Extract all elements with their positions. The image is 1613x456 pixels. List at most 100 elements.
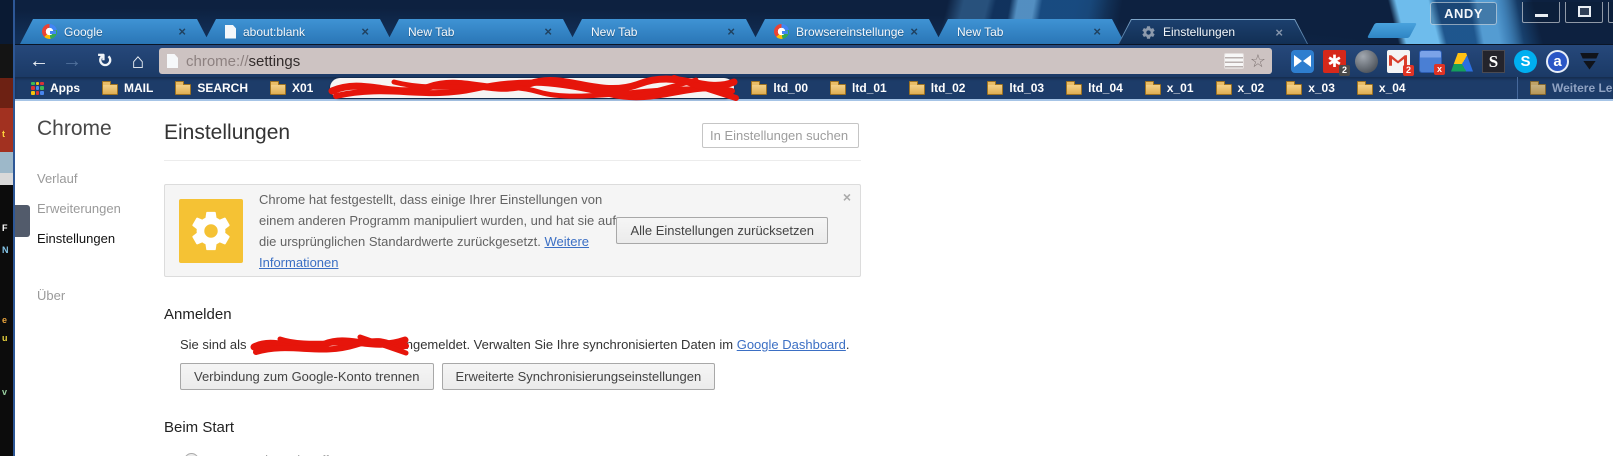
forward-icon[interactable]: → bbox=[60, 51, 84, 71]
folder-icon bbox=[102, 81, 118, 95]
redacted-bookmark bbox=[328, 75, 740, 101]
bookmark-folder-x04[interactable]: x_04 bbox=[1346, 77, 1417, 99]
reload-icon[interactable]: ↻ bbox=[93, 52, 117, 71]
sign-in-status-text: Sie sind als ngemeldet. Verwalten Sie Ih… bbox=[180, 334, 861, 356]
browser-window: Google × about:blank × New Tab × New Tab… bbox=[13, 0, 1613, 456]
close-button[interactable] bbox=[1608, 2, 1613, 23]
other-bookmarks[interactable]: Weitere Lesezeichen bbox=[1517, 77, 1613, 99]
url-text: chrome://settings bbox=[186, 53, 1224, 70]
window-caption-controls: ANDY bbox=[1430, 2, 1613, 25]
tab-new-tab-1[interactable]: New Tab × bbox=[386, 19, 576, 44]
bookmark-folder-ltd00[interactable]: ltd_00 bbox=[740, 77, 819, 99]
bookmark-folder-ltd03[interactable]: ltd_03 bbox=[976, 77, 1055, 99]
folder-icon bbox=[751, 81, 768, 95]
address-bar[interactable]: chrome://settings ☆ bbox=[159, 48, 1272, 74]
tab-about-blank[interactable]: about:blank × bbox=[203, 19, 393, 44]
folder-icon bbox=[1066, 81, 1083, 95]
google-dashboard-link[interactable]: Google Dashboard bbox=[737, 337, 846, 352]
xmarks-extension-icon[interactable] bbox=[1291, 49, 1314, 73]
tab-google[interactable]: Google × bbox=[20, 19, 210, 44]
bookmark-folder-x01b[interactable]: x_01 bbox=[1134, 77, 1205, 99]
sessions-extension-icon[interactable]: x bbox=[1419, 49, 1445, 75]
tab-close-icon[interactable]: × bbox=[1275, 26, 1283, 39]
folder-icon bbox=[1215, 81, 1232, 95]
maximize-icon bbox=[1578, 6, 1591, 17]
s-extension-icon[interactable]: S bbox=[1482, 49, 1505, 73]
folder-icon bbox=[1356, 81, 1373, 95]
tab-close-icon[interactable]: × bbox=[910, 25, 918, 38]
a-extension-icon[interactable]: a bbox=[1546, 49, 1569, 73]
sidebar-item-verlauf[interactable]: Verlauf bbox=[37, 171, 164, 186]
bookmark-folder-x02[interactable]: x_02 bbox=[1205, 77, 1276, 99]
side-panel-handle[interactable] bbox=[15, 205, 30, 237]
sidebar-item-erweiterungen[interactable]: Erweiterungen bbox=[37, 201, 164, 216]
google-favicon bbox=[774, 24, 789, 39]
tab-label: Google bbox=[64, 24, 103, 39]
bookmark-folder-search[interactable]: SEARCH bbox=[164, 77, 259, 99]
settings-header: Einstellungen bbox=[164, 115, 861, 161]
folder-icon bbox=[908, 81, 925, 95]
folder-icon bbox=[1530, 81, 1546, 95]
redacted-account-name bbox=[250, 334, 410, 356]
maximize-button[interactable] bbox=[1565, 2, 1603, 23]
extension-badge: 2 bbox=[1403, 64, 1414, 76]
strip-glyph: v bbox=[2, 387, 8, 397]
fsecure-extension-icon[interactable] bbox=[1578, 50, 1601, 73]
tab-close-icon[interactable]: × bbox=[727, 25, 735, 38]
bookmark-folder-x01[interactable]: X01 bbox=[259, 77, 324, 99]
background-window-strip: t F N e u v bbox=[0, 0, 13, 456]
skype-extension-icon[interactable]: S bbox=[1514, 49, 1537, 73]
bookmark-folder-ltd02[interactable]: ltd_02 bbox=[898, 77, 977, 99]
title-bar: Google × about:blank × New Tab × New Tab… bbox=[15, 0, 1613, 44]
strip-glyph: N bbox=[2, 245, 9, 255]
folder-icon bbox=[987, 81, 1004, 95]
advanced-sync-settings-button[interactable]: Erweiterte Synchronisierungseinstellunge… bbox=[441, 363, 716, 390]
strip-glyph: e bbox=[2, 315, 8, 325]
tab-browser-settings[interactable]: Browsereinstellungen werde × bbox=[752, 19, 942, 44]
apps-grid-icon bbox=[31, 81, 44, 95]
new-tab-button[interactable] bbox=[1367, 23, 1417, 38]
url-path: settings bbox=[248, 52, 301, 70]
google-drive-extension-icon[interactable] bbox=[1451, 52, 1473, 72]
reading-list-icon[interactable] bbox=[1223, 53, 1244, 69]
sidebar-item-einstellungen[interactable]: Einstellungen bbox=[37, 231, 164, 246]
bookmark-folder-ltd04[interactable]: ltd_04 bbox=[1055, 77, 1134, 99]
bookmark-folder-mail[interactable]: MAIL bbox=[91, 77, 164, 99]
redaction-scribble bbox=[250, 334, 410, 356]
tab-close-icon[interactable]: × bbox=[1093, 25, 1101, 38]
tab-label: New Tab bbox=[408, 24, 455, 39]
bookmark-folder-ltd01[interactable]: ltd_01 bbox=[819, 77, 898, 99]
tab-label: about:blank bbox=[243, 24, 306, 39]
tab-close-icon[interactable]: × bbox=[361, 25, 369, 38]
banner-close-icon[interactable]: × bbox=[843, 189, 851, 205]
apps-shortcut[interactable]: Apps bbox=[31, 77, 91, 99]
reset-all-settings-button[interactable]: Alle Einstellungen zurücksetzen bbox=[616, 217, 828, 244]
url-scheme: chrome:// bbox=[186, 52, 249, 70]
settings-search-input[interactable] bbox=[702, 123, 859, 148]
bookmark-folder-x03[interactable]: x_03 bbox=[1275, 77, 1346, 99]
tab-close-icon[interactable]: × bbox=[544, 25, 552, 38]
lastpass-extension-icon[interactable]: ✱ 2 bbox=[1323, 49, 1350, 76]
avatar-extension-icon[interactable] bbox=[1355, 49, 1378, 73]
tab-new-tab-2[interactable]: New Tab × bbox=[569, 19, 759, 44]
sidebar-item-ueber[interactable]: Über bbox=[37, 288, 164, 303]
page-favicon bbox=[225, 25, 236, 39]
disconnect-google-account-button[interactable]: Verbindung zum Google-Konto trennen bbox=[180, 363, 434, 390]
bookmark-star-icon[interactable]: ☆ bbox=[1250, 52, 1266, 70]
minimize-icon bbox=[1535, 14, 1548, 17]
home-icon[interactable]: ⌂ bbox=[126, 51, 150, 72]
apps-label: Apps bbox=[50, 81, 80, 95]
banner-message: Chrome hat festgestellt, dass einige Ihr… bbox=[259, 191, 616, 270]
gmail-extension-icon[interactable]: 2 bbox=[1387, 49, 1414, 76]
settings-sidebar: Chrome Verlauf Erweiterungen Einstellung… bbox=[15, 101, 164, 456]
back-icon[interactable]: ← bbox=[27, 51, 51, 71]
tab-label: Einstellungen bbox=[1163, 25, 1236, 39]
startup-section: Beim Start "Neuer Tab"-Seite öffnen bbox=[164, 419, 861, 456]
tab-einstellungen-active[interactable]: Einstellungen × bbox=[1118, 19, 1308, 44]
tab-new-tab-3[interactable]: New Tab × bbox=[935, 19, 1125, 44]
sign-in-header: Anmelden bbox=[164, 306, 232, 323]
tab-close-icon[interactable]: × bbox=[178, 25, 186, 38]
minimize-button[interactable] bbox=[1522, 2, 1560, 23]
reset-settings-banner: × Chrome hat festgestellt, dass einige I… bbox=[164, 184, 861, 277]
profile-button[interactable]: ANDY bbox=[1430, 2, 1497, 25]
